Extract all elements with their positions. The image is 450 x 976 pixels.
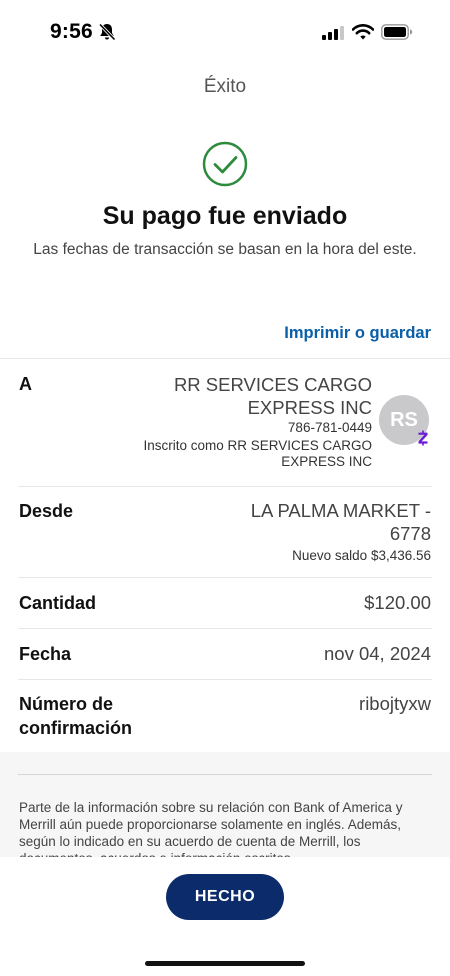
new-balance: Nuevo saldo $3,436.56	[292, 548, 431, 563]
amount-value: $120.00	[364, 592, 431, 613]
bell-slash-icon	[98, 23, 116, 41]
from-label: Desde	[19, 501, 74, 521]
to-label: A	[19, 374, 32, 394]
done-button[interactable]: HECHO	[166, 874, 284, 920]
from-account: LA PALMA MARKET - 6778	[250, 500, 431, 544]
divider	[18, 628, 432, 629]
divider	[0, 358, 450, 359]
battery-icon	[381, 24, 413, 40]
status-time: 9:56	[50, 20, 93, 43]
recipient-phone: 786-781-0449	[287, 420, 372, 435]
disclaimer-text: Parte de la información sobre su relació…	[19, 800, 403, 857]
amount-label: Cantidad	[19, 593, 97, 613]
date-label: Fecha	[19, 644, 72, 664]
divider	[18, 679, 432, 680]
date-value: nov 04, 2024	[324, 643, 431, 664]
page-title: Éxito	[203, 76, 247, 97]
cellular-signal-icon	[322, 26, 344, 40]
print-or-save-link[interactable]: Imprimir o guardar	[284, 324, 431, 343]
zelle-icon	[418, 430, 428, 446]
status-bar: 9:56	[0, 0, 450, 62]
confirmation-number-label: Número de confirmación	[19, 694, 133, 738]
divider	[18, 774, 432, 775]
divider	[18, 486, 432, 487]
disclaimer-section[interactable]: Parte de la información sobre su relació…	[0, 752, 450, 857]
home-indicator[interactable]	[145, 961, 305, 966]
confirmation-number-value: ribojtyxw	[359, 693, 431, 714]
timezone-note: Las fechas de transacción se basan en la…	[33, 241, 417, 258]
divider	[18, 577, 432, 578]
recipient-enrolled-as: Inscrito como RR SERVICES CARGO EXPRESS …	[143, 438, 372, 469]
success-check-icon	[202, 141, 248, 187]
recipient-name: RR SERVICES CARGO EXPRESS INC	[173, 374, 372, 418]
wifi-icon	[352, 24, 374, 40]
payment-sent-heading: Su pago fue enviado	[102, 202, 348, 230]
